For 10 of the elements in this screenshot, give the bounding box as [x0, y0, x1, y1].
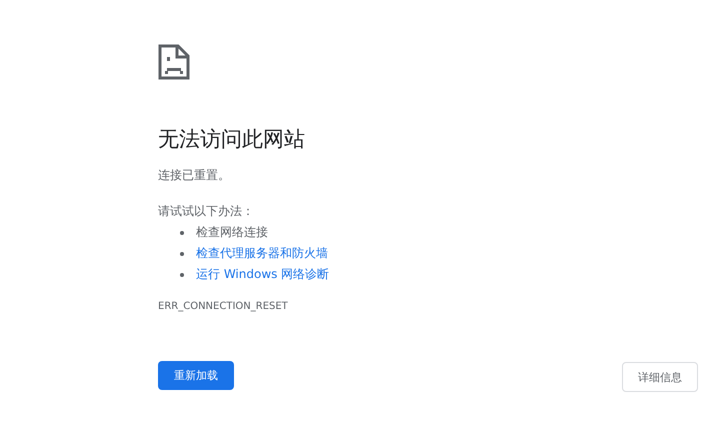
suggestion-text: 检查网络连接 [196, 224, 268, 241]
error-code: ERR_CONNECTION_RESET [158, 301, 288, 312]
suggestion-link[interactable]: 检查代理服务器和防火墙 [196, 245, 328, 262]
error-summary: 连接已重置。 [158, 167, 230, 184]
details-button[interactable]: 详细信息 [622, 362, 698, 392]
suggestion-link[interactable]: 运行 Windows 网络诊断 [196, 266, 330, 283]
reload-button[interactable]: 重新加载 [158, 361, 234, 390]
sad-page-icon [158, 44, 190, 80]
suggestions-intro: 请试试以下办法： [158, 203, 254, 220]
error-heading: 无法访问此网站 [158, 126, 305, 153]
